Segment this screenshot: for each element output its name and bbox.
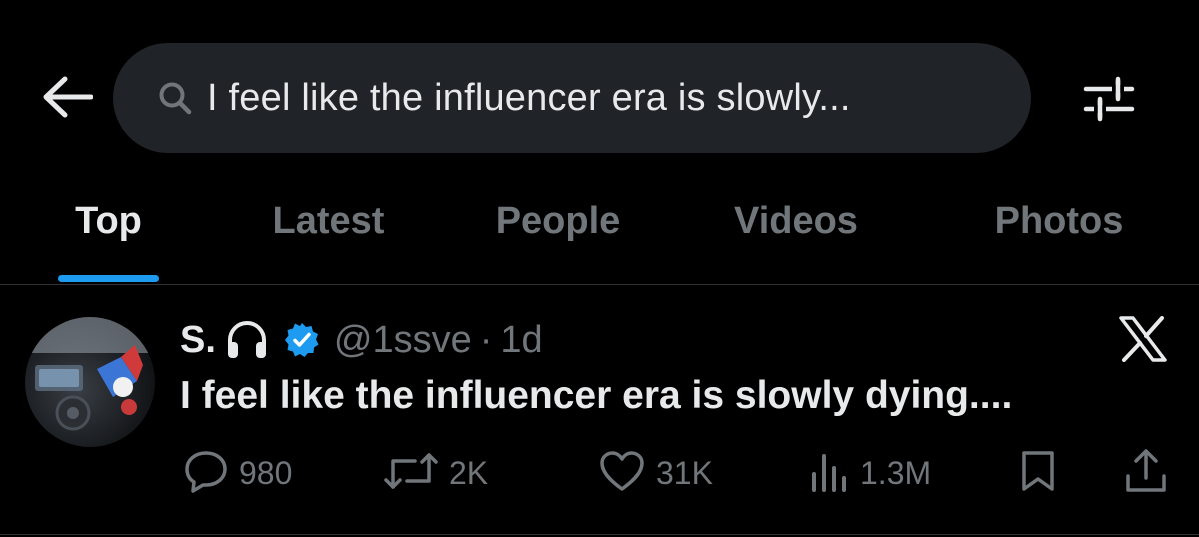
tab-top[interactable]: Top (58, 180, 159, 284)
views-button[interactable]: 1.3M (808, 447, 931, 499)
reply-icon (183, 449, 229, 498)
tab-photos[interactable]: Photos (969, 180, 1149, 284)
views-icon (808, 450, 850, 497)
separator-dot: · (479, 318, 493, 361)
share-button[interactable] (1124, 447, 1168, 499)
search-icon (155, 78, 195, 118)
tweet-text: I feel like the influencer era is slowly… (180, 374, 1013, 417)
sliders-icon (1082, 75, 1136, 128)
tab-people[interactable]: People (470, 180, 646, 284)
tab-label: Videos (734, 200, 858, 242)
arrow-left-icon (41, 76, 94, 123)
tab-label: Photos (994, 200, 1124, 242)
heart-icon (598, 449, 646, 498)
view-count: 1.3M (860, 454, 932, 491)
bookmark-icon (1018, 449, 1058, 498)
reply-count: 980 (239, 454, 293, 491)
user-handle[interactable]: @1ssve (334, 319, 472, 362)
repost-button[interactable]: 2K (383, 447, 488, 499)
search-tabs: Top Latest People Videos Photos (0, 180, 1199, 285)
tab-label: Top (75, 200, 142, 242)
like-count: 31K (656, 454, 713, 491)
divider (0, 534, 1199, 535)
repost-count: 2K (449, 454, 489, 491)
search-filter-button[interactable] (1078, 72, 1140, 130)
search-input[interactable]: I feel like the influencer era is slowly… (113, 43, 1031, 153)
avatar[interactable] (25, 317, 155, 447)
share-icon (1124, 448, 1168, 499)
repost-icon (383, 451, 439, 496)
tab-latest[interactable]: Latest (243, 180, 414, 284)
back-button[interactable] (38, 76, 96, 122)
headphones-icon (224, 318, 270, 362)
x-logo-icon[interactable] (1116, 314, 1170, 364)
tab-label: Latest (272, 200, 385, 242)
like-button[interactable]: 31K (598, 447, 713, 499)
display-name[interactable]: S. (180, 319, 216, 362)
tweet-header: S. @1ssve · 1d (180, 312, 543, 368)
search-query: I feel like the influencer era is slowly… (207, 76, 851, 119)
reply-button[interactable]: 980 (183, 447, 292, 499)
tab-label: People (495, 200, 621, 242)
verified-badge-icon (284, 322, 320, 358)
active-tab-indicator (58, 275, 159, 282)
timestamp[interactable]: 1d (500, 319, 542, 362)
bookmark-button[interactable] (1018, 447, 1058, 499)
tab-videos[interactable]: Videos (708, 180, 884, 284)
